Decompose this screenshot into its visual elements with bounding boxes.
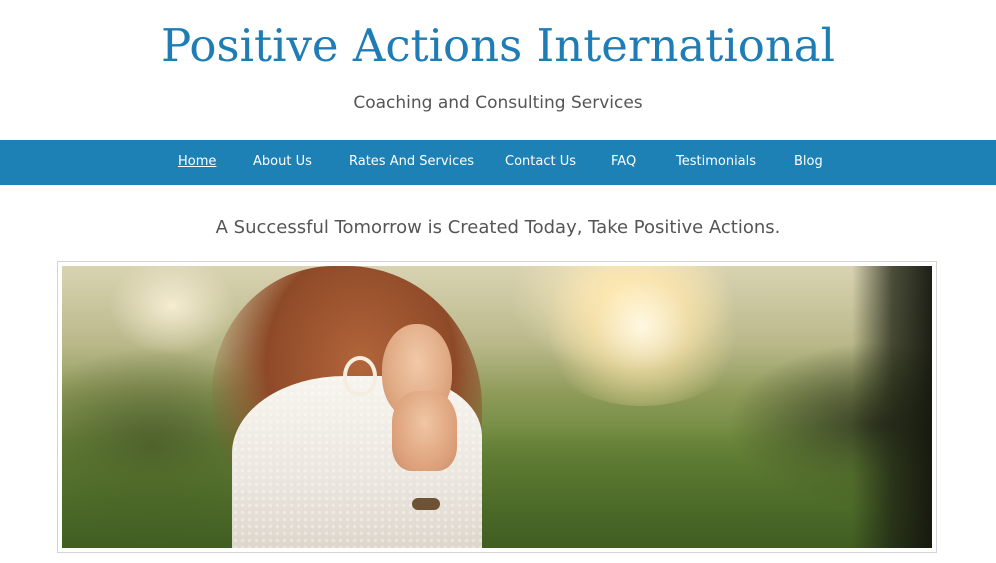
- nav-item-rates-and-services[interactable]: Rates And Services: [349, 140, 474, 185]
- sun-glow: [532, 266, 752, 406]
- site-tagline: Coaching and Consulting Services: [353, 93, 643, 113]
- main-navigation: Home About Us Rates And Services Contact…: [0, 140, 996, 185]
- hero-image-frame: [57, 261, 937, 553]
- nav-item-contact-us[interactable]: Contact Us: [505, 140, 576, 185]
- grass-field: [62, 426, 932, 548]
- nav-item-blog[interactable]: Blog: [794, 140, 823, 185]
- tree-silhouette: [852, 266, 932, 548]
- nav-item-about-us[interactable]: About Us: [253, 140, 312, 185]
- nav-item-home[interactable]: Home: [178, 140, 216, 185]
- site-title[interactable]: Positive Actions International: [0, 17, 996, 75]
- clasped-hands: [392, 391, 457, 471]
- page-slogan: A Successful Tomorrow is Created Today, …: [215, 217, 781, 238]
- bracelet: [412, 498, 440, 510]
- nav-item-faq[interactable]: FAQ: [611, 140, 636, 185]
- earring: [343, 356, 377, 396]
- nav-item-testimonials[interactable]: Testimonials: [676, 140, 756, 185]
- hero-photo: [62, 266, 932, 548]
- site-header: Positive Actions International Coaching …: [0, 0, 996, 140]
